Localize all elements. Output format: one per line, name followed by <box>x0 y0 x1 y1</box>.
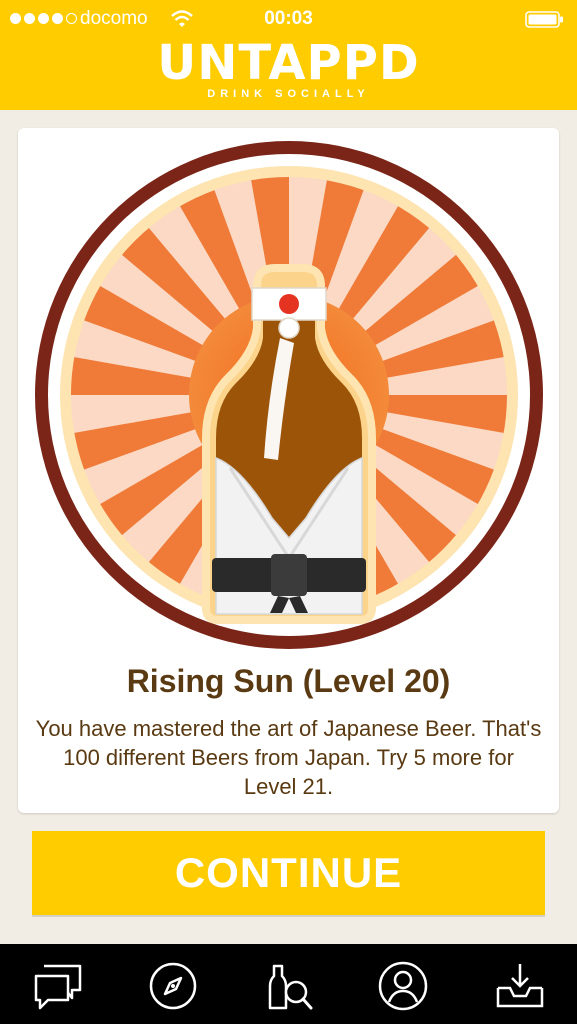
status-bar: docomo 00:03 <box>0 0 577 40</box>
brand-tagline: DRINK SOCIALLY <box>207 88 370 100</box>
brand-name: UNTAPPD <box>157 35 420 91</box>
download-tray-icon[interactable] <box>492 958 548 1014</box>
status-time: 00:03 <box>264 8 313 29</box>
bottom-tab-bar <box>0 944 577 1024</box>
chat-bubbles-icon[interactable] <box>30 958 86 1014</box>
brand-logo: UNTAPPD DRINK SOCIALLY <box>0 38 577 100</box>
badge-title: Rising Sun (Level 20) <box>126 663 451 699</box>
compass-icon[interactable] <box>145 958 201 1014</box>
badge-card: Rising Sun (Level 20) You have mastered … <box>18 128 559 813</box>
rising-sun-badge-image <box>35 141 543 649</box>
app-header: docomo 00:03 UNTAPPD DRINK SOCIALLY <box>0 0 577 110</box>
battery-icon <box>525 11 563 28</box>
continue-button[interactable]: CONTINUE <box>32 831 545 915</box>
badge-description: You have mastered the art of Japanese Be… <box>35 716 542 799</box>
beer-search-icon[interactable] <box>260 958 316 1014</box>
user-icon[interactable] <box>375 958 431 1014</box>
